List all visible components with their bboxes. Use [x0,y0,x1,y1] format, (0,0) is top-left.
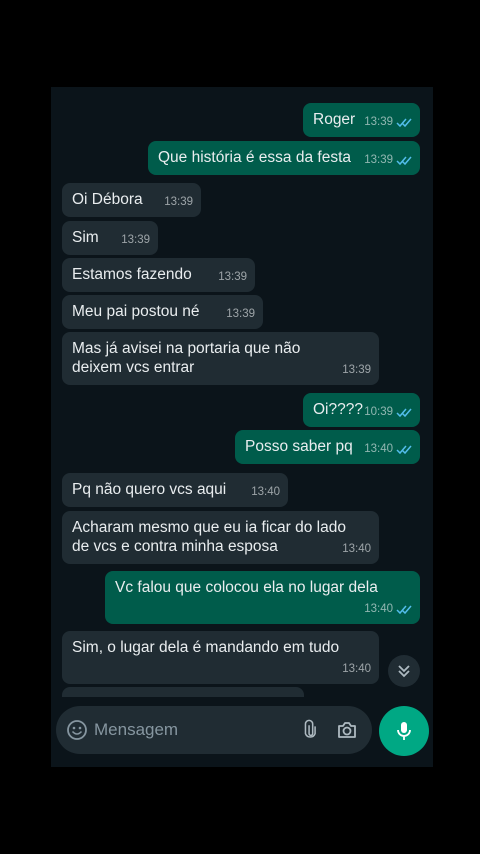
message-text: Sim, o lugar dela é mandando em tudo [72,639,340,656]
message-time: 13:40 [364,440,412,459]
paperclip-icon[interactable] [298,719,320,741]
scroll-to-bottom-button[interactable] [388,655,420,687]
message-text: Acharam mesmo que eu ia ficar do lado de… [72,519,346,555]
composer: Mensagem [51,702,433,762]
emoji-icon[interactable] [66,719,88,741]
message-input-bar[interactable]: Mensagem [56,706,372,754]
voice-message-button[interactable] [379,706,429,756]
message-incoming-partial[interactable] [62,687,304,697]
message-input[interactable]: Mensagem [94,720,178,740]
message-text: Mas já avisei na portaria que não deixem… [72,340,301,376]
message-time: 13:39 [164,196,193,208]
message-time: 13:39 [364,113,412,132]
message-incoming[interactable]: Acharam mesmo que eu ia ficar do lado de… [62,511,379,564]
message-outgoing[interactable]: Roger 13:39 [303,103,420,137]
message-time: 13:40 [342,543,371,555]
read-ticks-icon [396,118,412,128]
message-text: Roger [313,111,356,128]
message-incoming[interactable]: Sim 13:39 [62,221,158,255]
message-incoming[interactable]: Estamos fazendo 13:39 [62,258,255,292]
message-list[interactable]: Roger 13:39 Que história é essa da festa… [51,87,433,697]
message-text: Oi???? [313,401,363,418]
message-time: 13:39 [364,151,412,170]
message-outgoing[interactable]: Posso saber pq 13:40 [235,430,420,464]
message-time: 13:40 [364,600,412,619]
double-chevron-down-icon [398,665,410,678]
message-time: 13:40 [251,486,280,498]
read-ticks-icon [396,408,412,418]
message-incoming[interactable]: Sim, o lugar dela é mandando em tudo 13:… [62,631,379,684]
message-text: Que história é essa da festa [158,149,352,166]
chat-screen: Roger 13:39 Que história é essa da festa… [51,87,433,767]
read-ticks-icon [396,445,412,455]
message-outgoing[interactable]: Vc falou que colocou ela no lugar dela 1… [105,571,420,624]
message-text: Sim [72,229,99,246]
message-incoming[interactable]: Meu pai postou né 13:39 [62,295,263,329]
message-text: Posso saber pq [245,438,353,455]
message-time: 13:39 [218,271,247,283]
message-text: Meu pai postou né [72,303,200,320]
message-incoming[interactable]: Pq não quero vcs aqui 13:40 [62,473,288,507]
mic-icon [397,722,411,740]
message-time: 10:39 [364,403,412,422]
message-time: 13:40 [342,663,371,675]
message-text: Estamos fazendo [72,266,192,283]
camera-icon[interactable] [336,719,358,741]
read-ticks-icon [396,156,412,166]
message-text: Vc falou que colocou ela no lugar dela [115,579,378,596]
message-incoming[interactable]: Mas já avisei na portaria que não deixem… [62,332,379,385]
message-time: 13:39 [226,308,255,320]
message-incoming[interactable]: Oi Débora 13:39 [62,183,201,217]
message-text: Oi Débora [72,191,143,208]
read-ticks-icon [396,605,412,615]
message-outgoing[interactable]: Oi???? 10:39 [303,393,420,427]
message-outgoing[interactable]: Que história é essa da festa 13:39 [148,141,420,175]
message-time: 13:39 [121,234,150,246]
message-time: 13:39 [342,364,371,376]
message-text: Pq não quero vcs aqui [72,481,227,498]
